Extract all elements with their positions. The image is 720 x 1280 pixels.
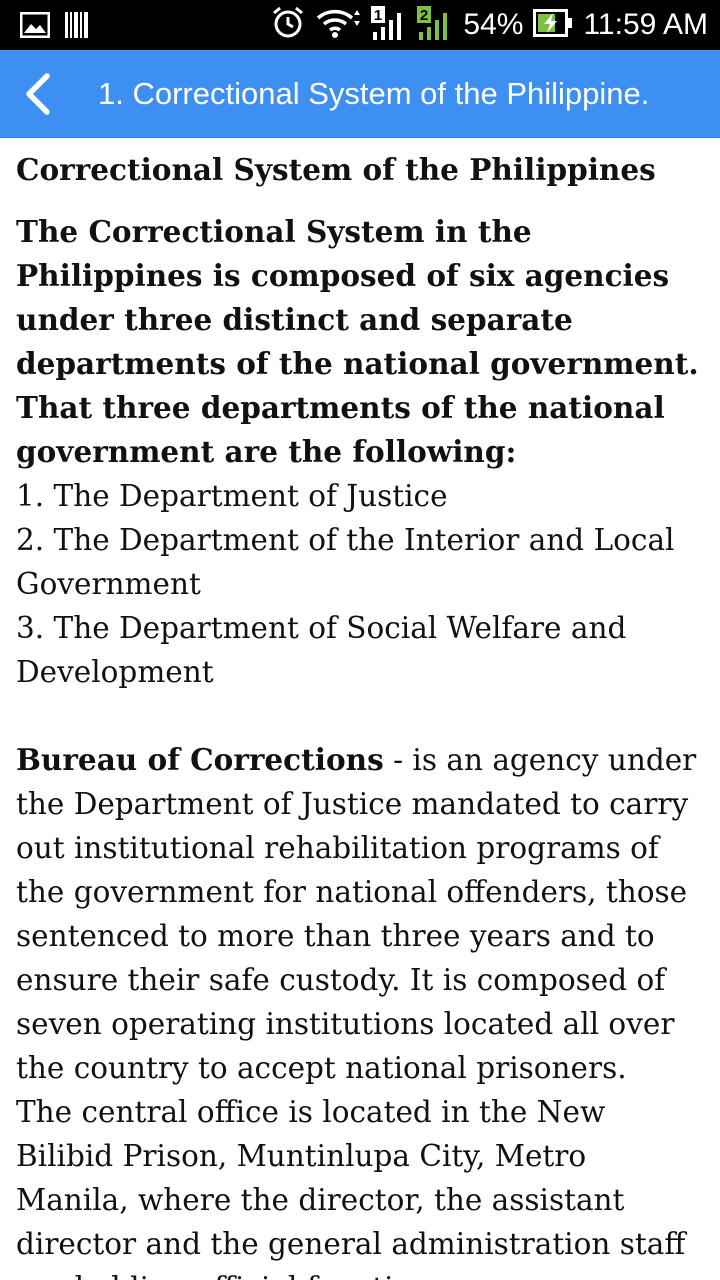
battery-charging-icon [533,8,573,42]
department-item: 2. The Department of the Interior and Lo… [16,523,675,601]
barcode-icon [64,11,90,44]
article-intro: The Correctional System in the Philippin… [16,214,699,469]
alarm-icon [271,6,305,45]
signal-sim2-icon: 2 [417,4,453,47]
status-right-icons: 1 2 54% 11:59 AM [271,0,708,50]
clock: 11:59 AM [583,8,708,41]
sim2-label: 2 [420,7,428,24]
central-office-paragraph: The central office is located in the New… [16,1095,686,1280]
department-item: 1. The Department of Justice [16,479,448,513]
app-bar: 1. Correctional System of the Philippine… [0,50,720,138]
page-title: 1. Correctional System of the Philippine… [98,76,650,111]
gallery-icon [19,11,51,43]
back-button[interactable] [10,64,66,124]
signal-sim1-icon: 1 [371,4,407,47]
department-item: 3. The Department of Social Welfare and … [16,611,627,689]
battery-percent: 54% [463,8,524,41]
status-left-icons [19,11,90,44]
status-bar: 1 2 54% 11:59 AM [0,0,720,50]
chevron-left-icon [26,73,50,115]
bureau-text: - is an agency under the Department of J… [16,743,697,1085]
wifi-icon [315,6,361,45]
article-content[interactable]: Correctional System of the Philippines T… [16,148,708,1280]
sim1-label: 1 [374,7,382,24]
bureau-paragraph: Bureau of Corrections - is an agency und… [16,738,708,1090]
bureau-title: Bureau of Corrections [16,742,384,777]
article-heading: Correctional System of the Philippines [16,152,656,187]
